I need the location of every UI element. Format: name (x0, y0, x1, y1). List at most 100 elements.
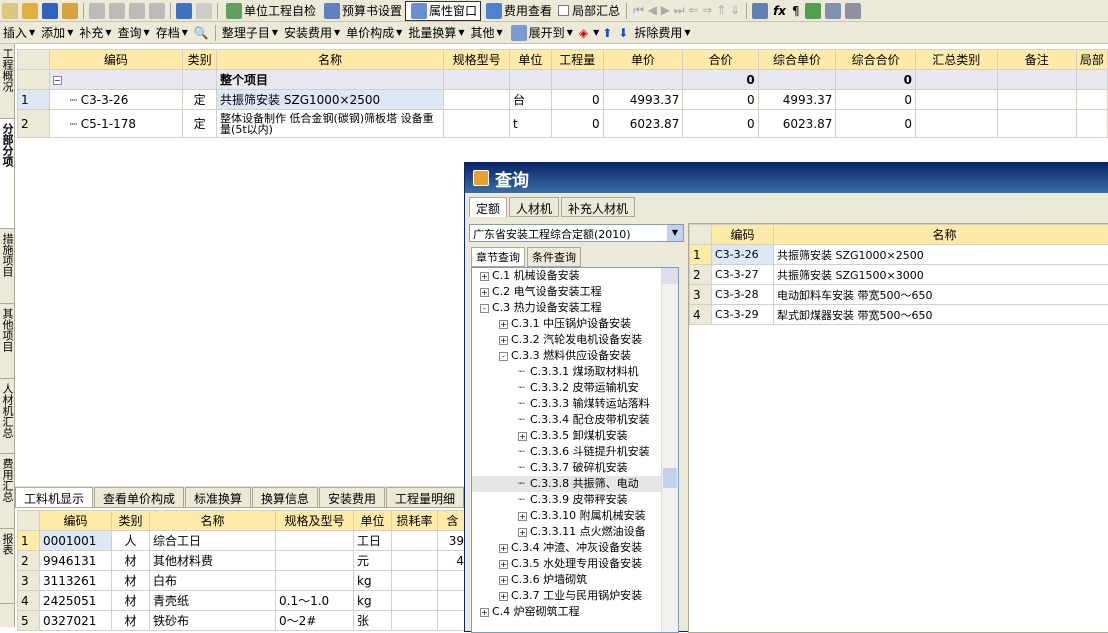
tree-node[interactable]: ┈C.3.3.6 斗链提升机安装 (472, 444, 678, 460)
type-cell[interactable]: 定 (183, 110, 217, 138)
col-header[interactable]: 类别 (112, 511, 150, 531)
code-cell[interactable]: ┈ C5-1-178 (49, 110, 182, 138)
side-tab-overview[interactable]: 工程概况 (0, 44, 14, 119)
col-header[interactable]: 综合合价 (836, 50, 916, 70)
tree-node[interactable]: +C.3.2 汽轮发电机设备安装 (472, 332, 678, 348)
tree-scrollbar[interactable] (661, 268, 678, 633)
undo-icon[interactable] (176, 3, 192, 19)
type-cell[interactable]: 人 (112, 531, 150, 551)
unit-cell[interactable]: 张 (354, 611, 392, 631)
insert-menu[interactable]: 插入▼ (0, 23, 38, 43)
col-header[interactable]: 单价 (603, 50, 683, 70)
property-window-button[interactable]: 属性窗口 (405, 1, 481, 21)
tab-price-composition[interactable]: 查看单价构成 (94, 487, 184, 507)
collapse-icon[interactable]: - (480, 304, 489, 313)
name-cell[interactable]: 电动卸料车安装 带宽500～650 (774, 285, 1108, 305)
cell[interactable] (997, 110, 1076, 138)
tree-node[interactable]: ┈C.3.3.1 煤场取材料机 (472, 364, 678, 380)
open-icon[interactable] (22, 3, 38, 19)
tree-node[interactable]: ┈C.3.3.4 配仓皮带机安装 (472, 412, 678, 428)
fee-view-button[interactable]: 费用查看 (481, 1, 555, 21)
type-cell[interactable]: 材 (112, 591, 150, 611)
col-header[interactable]: 名称 (150, 511, 276, 531)
table-row[interactable]: 4 C3-3-29 犁式卸煤器安装 带宽500～650 (690, 305, 1108, 325)
scroll-up-icon[interactable] (662, 268, 678, 284)
side-tab-reports[interactable]: 报表 (0, 529, 14, 604)
local-summary-checkbox[interactable]: 局部汇总 (555, 1, 623, 21)
table-row[interactable]: 5 0327021 材 铁砂布 0～2# 张 (18, 611, 468, 631)
other-menu[interactable]: 其他▼ (468, 23, 506, 43)
rate-cell[interactable] (392, 611, 438, 631)
unit-cell[interactable]: kg (354, 591, 392, 611)
collapse-cell[interactable]: − (49, 70, 182, 90)
redo-icon[interactable] (196, 3, 212, 19)
expand-icon[interactable]: + (518, 432, 527, 441)
cut-icon[interactable] (89, 3, 105, 19)
tree-node[interactable]: +C.4 炉窑砌筑工程 (472, 604, 678, 620)
price-cell[interactable]: 6023.87 (603, 110, 683, 138)
tree-node[interactable]: ┈C.3.3.2 皮带运输机安 (472, 380, 678, 396)
code-cell[interactable]: 2425051 (40, 591, 112, 611)
col-header[interactable]: 编码 (712, 225, 774, 245)
table-row[interactable]: 3 C3-3-28 电动卸料车安装 带宽500～650 (690, 285, 1108, 305)
table-row[interactable]: − 整个项目 0 0 (18, 70, 1108, 90)
expand-icon[interactable]: + (499, 576, 508, 585)
name-cell[interactable]: 共振筛安装 SZG1000×2500 (774, 245, 1108, 265)
supplement-menu[interactable]: 补充▼ (76, 23, 114, 43)
cell[interactable] (997, 90, 1076, 110)
quota-select[interactable]: 广东省安装工程综合定额(2010)▼ (469, 224, 684, 242)
self-check-button[interactable]: 单位工程自检 (221, 1, 319, 21)
type-cell[interactable]: 定 (183, 90, 217, 110)
table-row[interactable]: 1 C3-3-26 共振筛安装 SZG1000×2500 (690, 245, 1108, 265)
table-row[interactable]: 3 3113261 材 白布 kg (18, 571, 468, 591)
type-cell[interactable]: 材 (112, 551, 150, 571)
col-header[interactable]: 编码 (40, 511, 112, 531)
code-cell[interactable]: 0001001 (40, 531, 112, 551)
formula-icon[interactable]: fx (770, 1, 789, 21)
unit-cell[interactable]: kg (354, 571, 392, 591)
tab-materials[interactable]: 工料机显示 (15, 487, 93, 507)
folder-icon[interactable] (62, 3, 78, 19)
col-header[interactable]: 合价 (683, 50, 758, 70)
code-cell[interactable]: C3-3-29 (712, 305, 774, 325)
side-tab-materials[interactable]: 人材机汇总 (0, 379, 14, 454)
col-header[interactable]: 单位 (354, 511, 392, 531)
cube-icon[interactable] (805, 3, 821, 19)
col-header[interactable]: 工程量 (551, 50, 603, 70)
expand-icon[interactable]: + (499, 320, 508, 329)
side-tab-fee-summary[interactable]: 费用汇总 (0, 454, 14, 529)
cell[interactable] (1076, 90, 1107, 110)
expand-icon[interactable]: + (480, 288, 489, 297)
tab-convert-info[interactable]: 换算信息 (252, 487, 318, 507)
code-cell[interactable]: C3-3-28 (712, 285, 774, 305)
col-header[interactable]: 编码 (49, 50, 182, 70)
paste-icon[interactable] (129, 3, 145, 19)
name-cell[interactable]: 犁式卸煤器安装 带宽500～650 (774, 305, 1108, 325)
organize-menu[interactable]: 整理子目▼ (219, 23, 281, 43)
code-cell[interactable]: C3-3-26 (712, 245, 774, 265)
tree-node[interactable]: +C.3.7 工业与民用锅炉安装 (472, 588, 678, 604)
tree-node[interactable]: +C.3.6 炉墙砌筑 (472, 572, 678, 588)
tree-node[interactable]: -C.3 热力设备安装工程 (472, 300, 678, 316)
cell[interactable] (915, 110, 997, 138)
copy-icon[interactable] (109, 3, 125, 19)
code-cell[interactable]: 3113261 (40, 571, 112, 591)
expand-icon[interactable]: + (480, 272, 489, 281)
collapse-icon[interactable]: - (499, 352, 508, 361)
code-cell[interactable]: C3-3-27 (712, 265, 774, 285)
remove-fee-menu[interactable]: 拆除费用▼ (631, 23, 693, 43)
tab-qty-detail[interactable]: 工程量明细 (386, 487, 464, 507)
tree-node[interactable]: ┈C.3.3.7 破碎机安装 (472, 460, 678, 476)
collapse-icon[interactable]: − (53, 76, 62, 85)
price-composition-menu[interactable]: 单价构成▼ (343, 23, 405, 43)
col-header[interactable]: 名称 (774, 225, 1108, 245)
tree-node[interactable]: ┈C.3.3.3 输煤转运站落料 (472, 396, 678, 412)
move-up-icon[interactable]: ⬆ (599, 23, 615, 43)
side-tab-measures[interactable]: 措施项目 (0, 229, 14, 304)
rate-cell[interactable] (392, 551, 438, 571)
name-cell[interactable]: 整体设备制作 低合金钢(碳钢)筛板塔 设备重量(5t以内) (217, 110, 444, 138)
col-header[interactable]: 局部 (1076, 50, 1107, 70)
name-cell[interactable]: 综合工日 (150, 531, 276, 551)
qty-cell[interactable]: 0 (551, 90, 603, 110)
col-header[interactable]: 汇总类别 (915, 50, 997, 70)
